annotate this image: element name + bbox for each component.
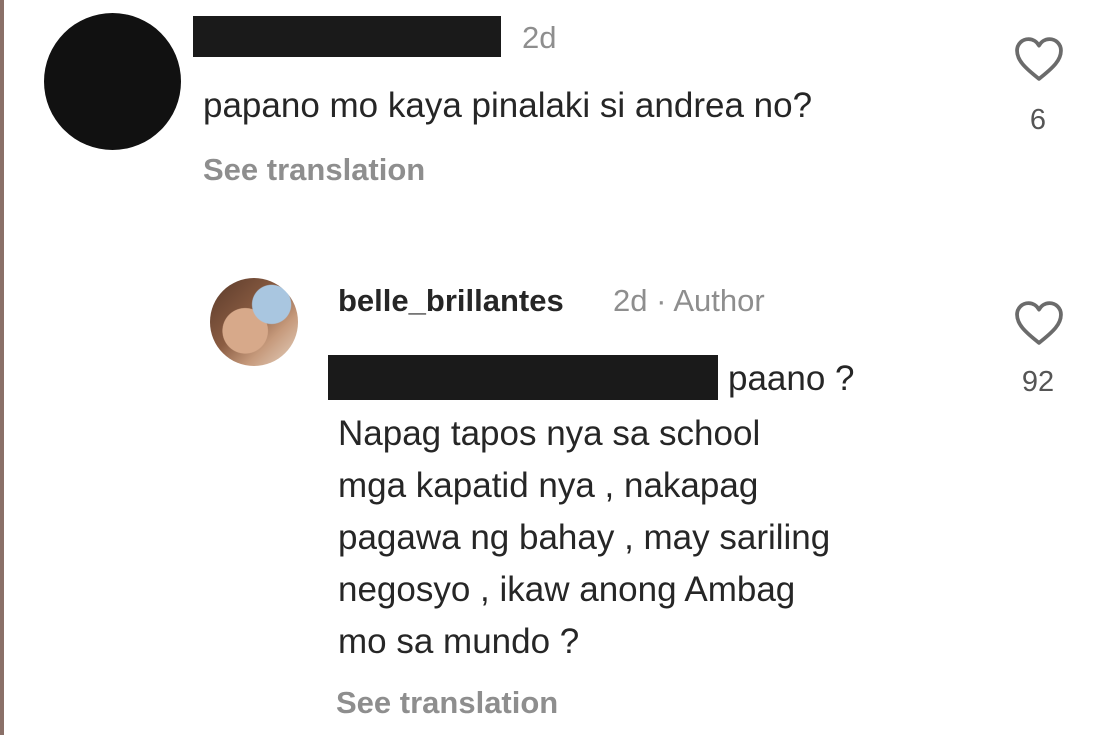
reply-avatar[interactable] [210, 278, 298, 366]
commenter-avatar[interactable] [44, 13, 181, 150]
comment-text: papano mo kaya pinalaki si andrea no? [203, 86, 813, 125]
comment-time: 2d [522, 20, 557, 55]
reply-meta: 2d · Author [613, 283, 765, 318]
redacted-username [193, 16, 501, 57]
reply-username[interactable]: belle_brillantes [338, 283, 564, 319]
reply-heart-icon[interactable] [1013, 300, 1065, 346]
reply-line-6: mo sa mundo ? [338, 622, 580, 661]
reply-see-translation[interactable]: See translation [336, 685, 558, 721]
reply-line-4: pagawa ng bahay , may sariling [338, 518, 831, 557]
comment-like-count: 6 [1029, 104, 1047, 136]
reply-line-1: paano ? [728, 359, 855, 398]
reply-like-count: 92 [1021, 366, 1055, 398]
left-edge [0, 0, 4, 735]
reply-line-5: negosyo , ikaw anong Ambag [338, 570, 796, 609]
reply-line-2: Napag tapos nya sa school [338, 414, 761, 453]
reply-line-3: mga kapatid nya , nakapag [338, 466, 759, 505]
comment-heart-icon[interactable] [1013, 36, 1065, 82]
redacted-mention [328, 355, 718, 400]
comment-see-translation[interactable]: See translation [203, 152, 425, 188]
